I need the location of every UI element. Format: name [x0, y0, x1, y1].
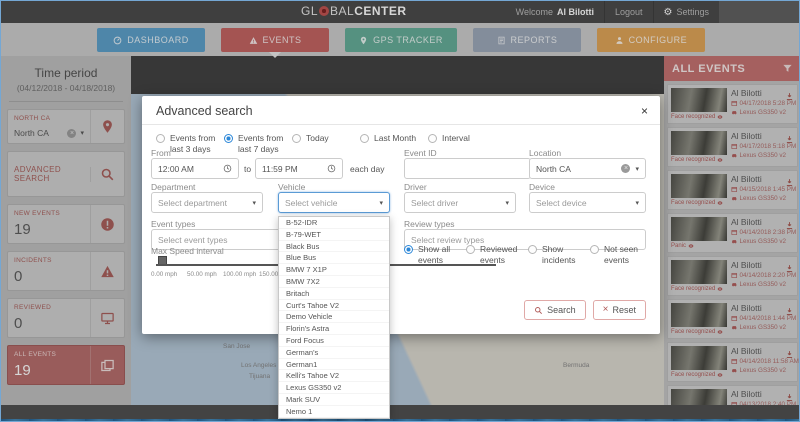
- to-time-input[interactable]: 11:59 PM: [255, 158, 343, 179]
- vehicle-dropdown-option[interactable]: Curt's Tahoe V2: [279, 300, 389, 312]
- vehicle-dropdown-option[interactable]: Mark SUV: [279, 394, 389, 406]
- event-id-input[interactable]: [404, 158, 531, 179]
- modal-title: Advanced search: [156, 104, 253, 118]
- location-label: Location: [529, 148, 562, 158]
- chevron-down-icon: ▾: [635, 199, 639, 207]
- close-icon: ×: [602, 304, 609, 315]
- device-select[interactable]: Select device ▾: [529, 192, 646, 213]
- radio-icon[interactable]: [360, 134, 369, 143]
- chevron-down-icon: ▾: [252, 199, 256, 207]
- period-radio-option[interactable]: Interval: [428, 133, 496, 156]
- vehicle-dropdown-option[interactable]: Kelli's Tahoe V2: [279, 370, 389, 383]
- vehicle-label: Vehicle: [278, 182, 306, 192]
- clock-icon: [327, 164, 336, 173]
- max-speed-label: Max Speed interval: [151, 246, 224, 256]
- event-types-label: Event types: [151, 219, 196, 229]
- radio-icon[interactable]: [590, 245, 599, 254]
- radio-icon[interactable]: [404, 245, 413, 254]
- chevron-down-icon: ▾: [635, 165, 639, 173]
- vehicle-dropdown-option[interactable]: German1: [279, 359, 389, 371]
- radio-icon[interactable]: [292, 134, 301, 143]
- vehicle-dropdown-option[interactable]: Black Bus: [279, 241, 389, 253]
- vehicle-dropdown-option[interactable]: Blue Bus: [279, 252, 389, 265]
- clock-icon: [223, 164, 232, 173]
- review-radio-group: Show all events Reviewed events Show inc…: [404, 244, 652, 267]
- vehicle-dropdown-option[interactable]: BMW 7 X1P: [279, 264, 389, 276]
- review-types-label: Review types: [404, 219, 455, 229]
- vehicle-select[interactable]: Select vehicle ▾: [278, 192, 390, 213]
- each-day-text: each day: [350, 164, 385, 174]
- close-icon[interactable]: ×: [641, 104, 648, 118]
- driver-label: Driver: [404, 182, 427, 192]
- chevron-down-icon: ▾: [505, 199, 509, 207]
- department-select[interactable]: Select department ▾: [151, 192, 263, 213]
- from-label: From: [151, 148, 171, 158]
- review-radio-option[interactable]: Not seen events: [590, 244, 652, 267]
- vehicle-dropdown-option[interactable]: Britach: [279, 288, 389, 300]
- review-radio-option[interactable]: Show incidents: [528, 244, 590, 267]
- radio-icon[interactable]: [156, 134, 165, 143]
- period-radio-option[interactable]: Events from last 7 days: [224, 133, 292, 156]
- clear-location-icon[interactable]: ×: [621, 164, 631, 173]
- to-text: to: [244, 164, 252, 174]
- speed-tick: 100.00 mph: [223, 271, 257, 278]
- vehicle-dropdown-option[interactable]: Ford Focus: [279, 335, 389, 347]
- radio-icon[interactable]: [224, 134, 233, 143]
- vehicle-dropdown-option[interactable]: B-52-IDR: [279, 217, 389, 229]
- vehicle-dropdown-option[interactable]: Demo Vehicle: [279, 311, 389, 324]
- speed-tick: 0.00 mph: [151, 271, 178, 278]
- driver-select[interactable]: Select driver ▾: [404, 192, 516, 213]
- review-radio-option[interactable]: Show all events: [404, 244, 466, 267]
- vehicle-dropdown-option[interactable]: BMW 7X2: [279, 276, 389, 288]
- from-time-input[interactable]: 12:00 AM: [151, 158, 239, 179]
- radio-icon[interactable]: [466, 245, 475, 254]
- vehicle-dropdown-option[interactable]: Nemo 1: [279, 406, 389, 418]
- vehicle-dropdown-option[interactable]: Lexus GS350 v2: [279, 382, 389, 394]
- review-radio-option[interactable]: Reviewed events: [466, 244, 528, 267]
- vehicle-dropdown-list: B-52-IDR B-79-WET Black Bus Blue Bus BMW 7 X…: [278, 216, 390, 419]
- vehicle-dropdown-option[interactable]: German's: [279, 347, 389, 359]
- radio-icon[interactable]: [528, 245, 537, 254]
- event-id-label: Event ID: [404, 148, 437, 158]
- app-window: GL BAL CENTER Welcome Al Bilotti Logout ⚙ …: [0, 0, 800, 422]
- advanced-search-modal: Advanced search × Events from last 3 day…: [142, 96, 660, 419]
- search-button[interactable]: Search: [524, 300, 586, 320]
- location-select[interactable]: North CA × ▾: [529, 158, 646, 179]
- speed-tick-labels: 0.00 mph 50.00 mph 100.00 mph 150.00 mph: [151, 271, 295, 278]
- radio-icon[interactable]: [428, 134, 437, 143]
- period-radio-option[interactable]: Today: [292, 133, 360, 156]
- device-label: Device: [529, 182, 555, 192]
- vehicle-dropdown-option[interactable]: B-79-WET: [279, 229, 389, 241]
- chevron-down-icon: ▾: [379, 199, 383, 207]
- period-radio-group: Events from last 3 days Events from last…: [142, 125, 660, 156]
- reset-button[interactable]: × Reset: [592, 300, 646, 320]
- search-icon: [535, 306, 543, 314]
- department-label: Department: [151, 182, 196, 192]
- speed-tick: 50.00 mph: [187, 271, 217, 278]
- vehicle-dropdown-option[interactable]: Florin's Astra: [279, 323, 389, 335]
